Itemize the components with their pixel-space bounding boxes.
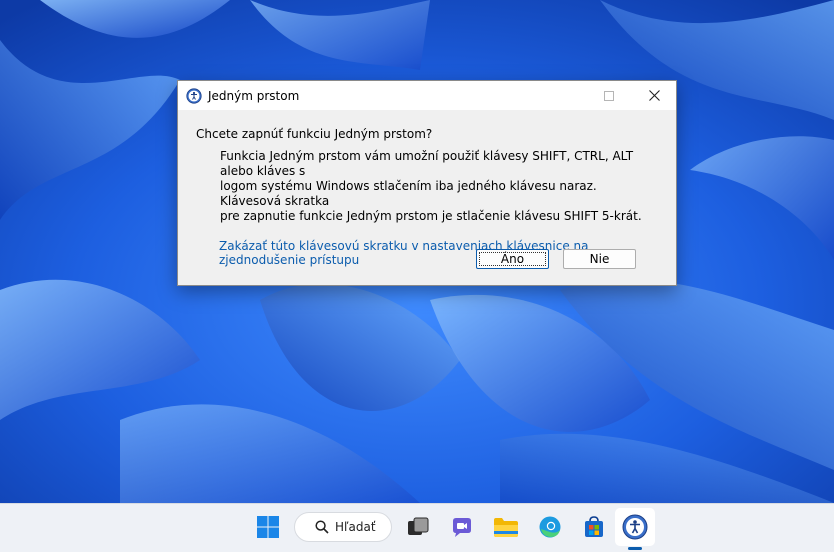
taskbar: Hľadať [0,503,834,552]
file-explorer-icon[interactable] [492,513,520,541]
dialog-description: Funkcia Jedným prstom vám umožní použiť … [220,149,660,224]
focus-rectangle [479,252,546,266]
sticky-keys-dialog: Jedným prstom Chcete zapnúť funkciu Jedn… [177,80,677,286]
chat-icon[interactable] [448,513,476,541]
maximize-button[interactable] [586,81,632,110]
store-icon[interactable] [580,513,608,541]
yes-button[interactable]: Áno [476,249,549,269]
accessibility-icon[interactable] [621,513,649,541]
dialog-question: Chcete zapnúť funkciu Jedným prstom? [196,127,433,141]
accessibility-icon [186,87,202,104]
description-line: logom systému Windows stlačením iba jedn… [220,179,597,208]
no-button-label: Nie [589,252,610,266]
dialog-titlebar: Jedným prstom [178,81,676,110]
task-view-icon[interactable] [404,513,432,541]
description-line: Funkcia Jedným prstom vám umožní použiť … [220,149,634,178]
no-button[interactable]: Nie [563,249,636,269]
edge-icon[interactable] [536,513,564,541]
windows-start-icon[interactable] [254,513,282,541]
close-icon [648,90,660,101]
dialog-title: Jedným prstom [208,88,300,103]
search-label: Hľadať [335,520,376,534]
search-icon [315,520,329,534]
close-button[interactable] [631,81,677,110]
maximize-icon [604,90,614,101]
active-app-indicator [628,547,642,550]
taskbar-search[interactable]: Hľadať [294,512,392,542]
description-line: pre zapnutie funkcie Jedným prstom je st… [220,209,642,223]
